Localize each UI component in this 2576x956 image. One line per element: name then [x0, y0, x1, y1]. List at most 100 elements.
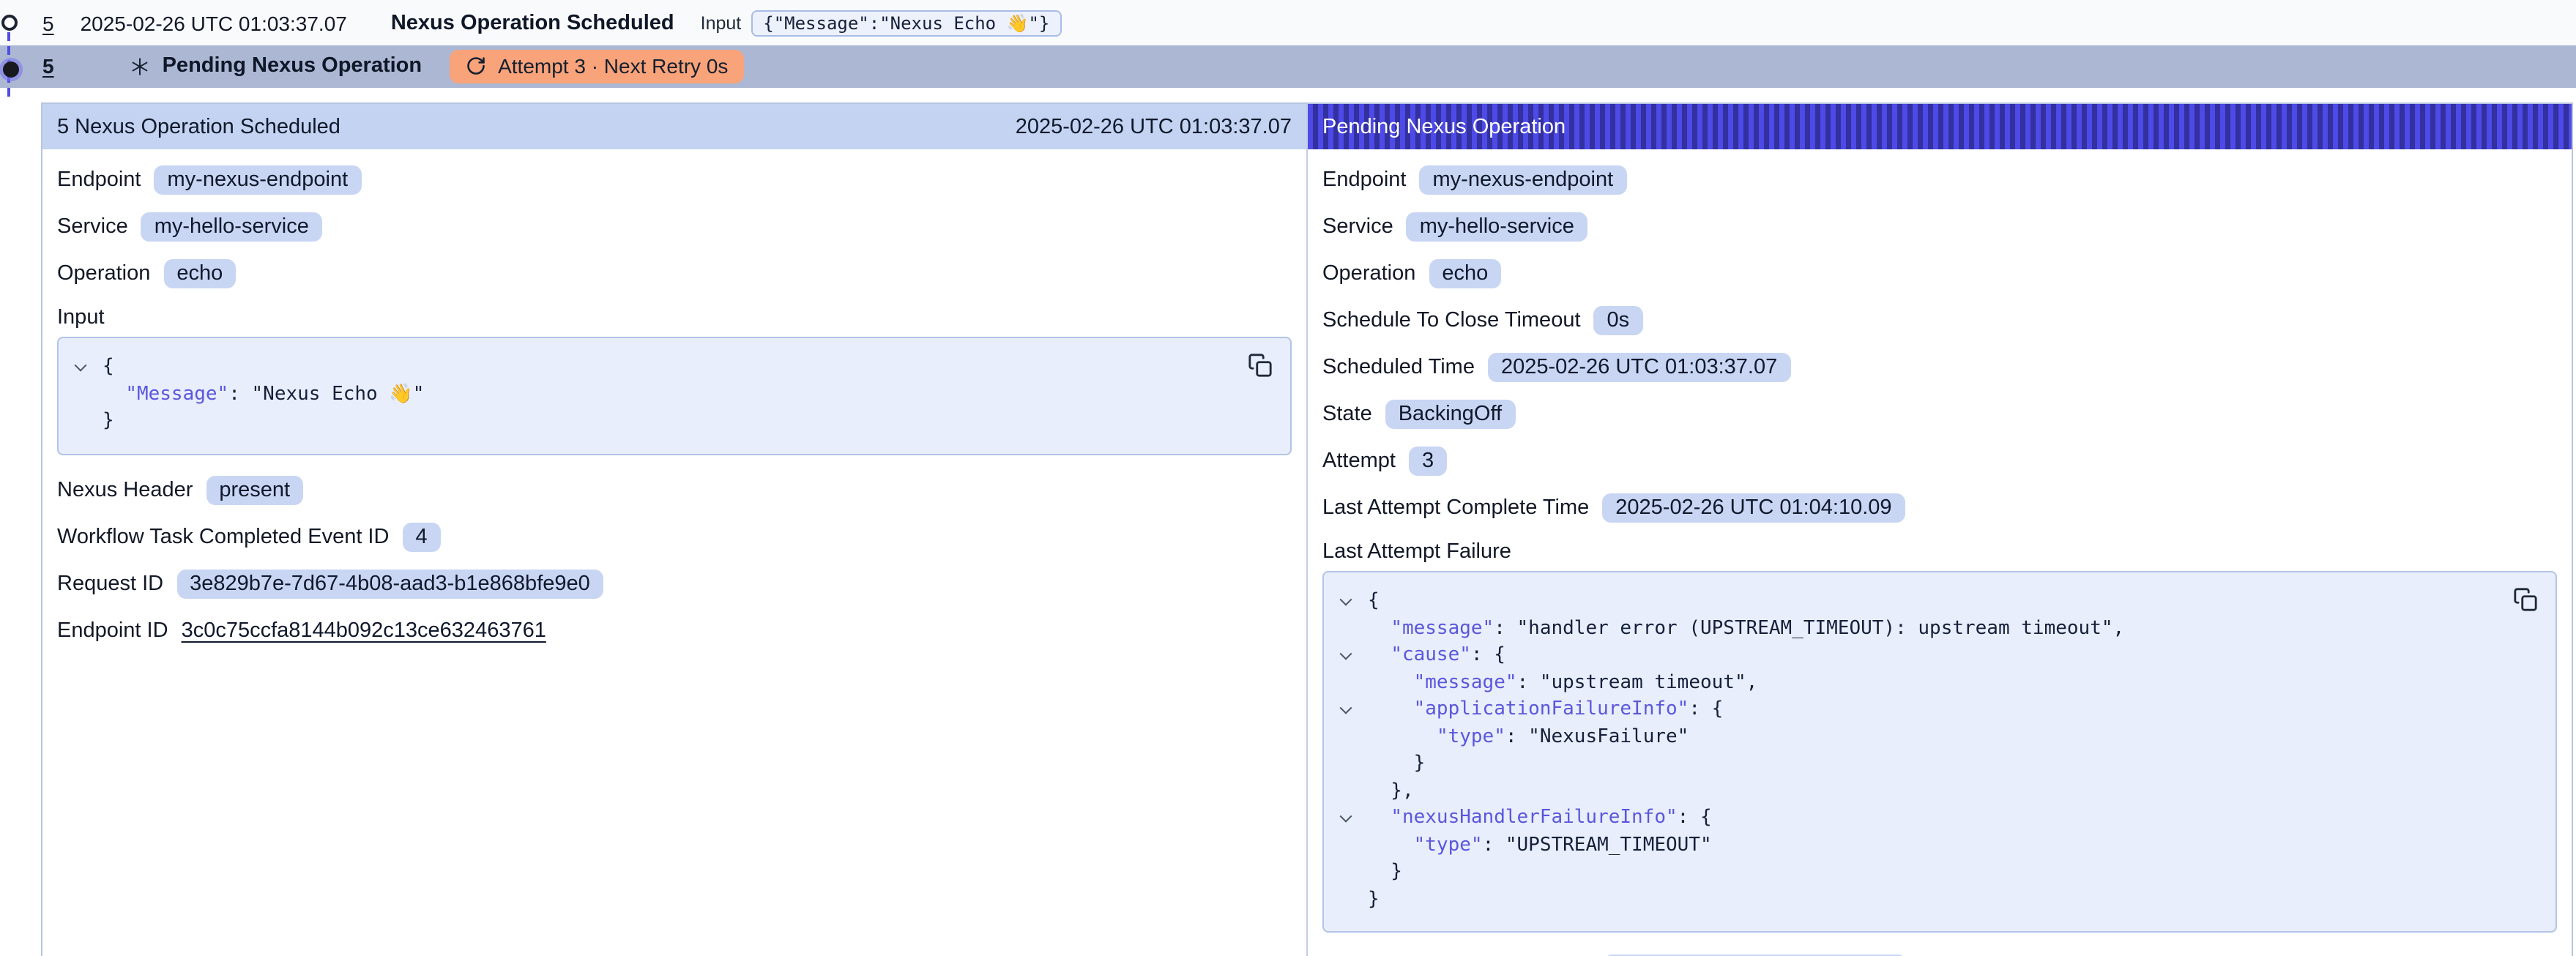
- code-text: "message": "upstream timeout",: [1368, 670, 1757, 697]
- field-value-badge: 3: [1409, 446, 1447, 475]
- retry-badge-label: Attempt 3 · Next Retry 0s: [498, 55, 728, 78]
- code-line: }: [1324, 751, 2491, 778]
- code-line: "message": "upstream timeout",: [1324, 670, 2491, 697]
- field-label: Last Attempt Complete Time: [1322, 496, 1589, 519]
- right-panel-title: Pending Nexus Operation: [1322, 115, 1566, 138]
- code-gutter: [1324, 886, 1368, 914]
- field-value-badge: my-nexus-endpoint: [1420, 165, 1627, 194]
- field-value-badge: 3e829b7e-7d67-4b08-aad3-b1e868bfe9e0: [176, 570, 603, 599]
- right-panel-header: Pending Nexus Operation: [1308, 104, 2572, 149]
- code-gutter: [1324, 616, 1368, 643]
- code-gutter: [59, 408, 103, 436]
- field-operation: Operation echo: [57, 256, 1292, 290]
- copy-icon: [1247, 352, 1272, 377]
- field-label: Operation: [57, 261, 150, 285]
- field-label: Endpoint: [1322, 168, 1407, 191]
- code-gutter: [1324, 778, 1368, 805]
- pending-id-link[interactable]: 5: [42, 55, 54, 78]
- collapse-chevron-icon[interactable]: [1340, 594, 1352, 606]
- code-text: {: [103, 354, 114, 381]
- field-value-badge: 4: [402, 523, 440, 552]
- code-line: "cause": {: [1324, 643, 2491, 670]
- code-line: "nexusHandlerFailureInfo": {: [1324, 805, 2491, 832]
- endpoint-id-link[interactable]: 3c0c75ccfa8144b092c13ce632463761: [182, 619, 546, 643]
- event-summary-payload-badge: {"Message":"Nexus Echo 👋"}: [751, 10, 1061, 36]
- code-line: {: [1324, 589, 2491, 616]
- event-row-pending-nexus-operation[interactable]: 5 Pending Nexus Operation Attempt 3 · Ne…: [0, 45, 2576, 87]
- code-text: "applicationFailureInfo": {: [1368, 697, 1723, 724]
- event-row-nexus-operation-scheduled[interactable]: 5 2025-02-26 UTC 01:03:37.07 Nexus Opera…: [0, 0, 2576, 45]
- field-label: Endpoint ID: [57, 619, 168, 643]
- field-value-badge: 2025-02-26 UTC 01:03:37.07: [1488, 352, 1790, 381]
- field-schedule-to-close-timeout: Schedule To Close Timeout 0s: [1322, 303, 2557, 337]
- field-value-badge: echo: [1429, 258, 1501, 288]
- timeline-node-open-icon: [1, 15, 18, 31]
- code-line: "message": "handler error (UPSTREAM_TIME…: [1324, 616, 2491, 643]
- left-panel-timestamp: 2025-02-26 UTC 01:03:37.07: [1016, 115, 1292, 138]
- collapse-chevron-icon[interactable]: [1340, 810, 1352, 823]
- code-line: }: [59, 408, 1226, 436]
- event-detail-container: 5 Nexus Operation Scheduled 2025-02-26 U…: [41, 102, 2573, 956]
- field-operation: Operation echo: [1322, 256, 2557, 290]
- code-text: {: [1368, 589, 1380, 616]
- collapse-chevron-icon[interactable]: [1340, 702, 1352, 714]
- field-label: State: [1322, 402, 1372, 425]
- field-label: Service: [1322, 214, 1393, 238]
- failure-json-viewer: { "message": "handler error (UPSTREAM_TI…: [1322, 571, 2557, 933]
- field-label: Service: [57, 214, 128, 238]
- retry-icon: [466, 56, 486, 77]
- workflow-event-history-view: 5 2025-02-26 UTC 01:03:37.07 Nexus Opera…: [0, 0, 2576, 956]
- field-attempt: Attempt 3: [1322, 444, 2557, 477]
- field-label: Workflow Task Completed Event ID: [57, 526, 389, 549]
- field-value-badge: my-hello-service: [141, 212, 322, 241]
- field-value-badge: echo: [163, 258, 236, 288]
- field-state: State BackingOff: [1322, 397, 2557, 430]
- field-label: Nexus Header: [57, 479, 193, 502]
- code-line: {: [59, 354, 1226, 381]
- copy-button[interactable]: [2512, 586, 2538, 612]
- copy-button[interactable]: [1246, 351, 1273, 378]
- field-wft-completed-event-id: Workflow Task Completed Event ID 4: [57, 520, 1292, 554]
- input-json-viewer: { "Message": "Nexus Echo 👋"}: [57, 337, 1292, 455]
- field-endpoint: Endpoint my-nexus-endpoint: [1322, 163, 2557, 196]
- code-gutter: [1324, 724, 1368, 751]
- code-text: "type": "NexusFailure": [1368, 724, 1689, 751]
- event-id-link[interactable]: 5: [42, 11, 54, 34]
- field-value-badge: 0s: [1594, 305, 1643, 335]
- field-last-attempt-complete-time: Last Attempt Complete Time 2025-02-26 UT…: [1322, 490, 2557, 524]
- code-gutter: [1324, 589, 1368, 616]
- code-line: "type": "UPSTREAM_TIMEOUT": [1324, 832, 2491, 859]
- field-next-attempt-schedule-time: Next Attempt Schedule Time 2025-02-26 UT…: [1322, 952, 2557, 956]
- code-line: },: [1324, 778, 2491, 805]
- left-panel-title: 5 Nexus Operation Scheduled: [57, 115, 340, 138]
- field-label: Attempt: [1322, 449, 1396, 472]
- field-request-id: Request ID 3e829b7e-7d67-4b08-aad3-b1e86…: [57, 567, 1292, 601]
- field-service: Service my-hello-service: [1322, 209, 2557, 243]
- code-gutter: [1324, 859, 1368, 886]
- code-gutter: [1324, 832, 1368, 859]
- field-value-badge: my-nexus-endpoint: [155, 165, 362, 194]
- code-gutter: [1324, 751, 1368, 778]
- field-value-badge: my-hello-service: [1407, 212, 1587, 241]
- code-text: }: [1368, 751, 1425, 778]
- panel-pending-nexus-operation: Pending Nexus Operation Endpoint my-nexu…: [1306, 104, 2572, 956]
- retry-attempt-badge: Attempt 3 · Next Retry 0s: [450, 50, 744, 83]
- code-text: }: [1368, 886, 1380, 914]
- code-text: "nexusHandlerFailureInfo": {: [1368, 805, 1712, 832]
- field-label: Schedule To Close Timeout: [1322, 308, 1581, 332]
- collapse-chevron-icon[interactable]: [1340, 648, 1352, 660]
- code-gutter: [1324, 697, 1368, 724]
- field-label: Operation: [1322, 261, 1415, 285]
- code-line: "Message": "Nexus Echo 👋": [59, 381, 1226, 408]
- code-gutter: [1324, 805, 1368, 832]
- code-gutter: [1324, 643, 1368, 670]
- code-gutter: [1324, 670, 1368, 697]
- code-text: "cause": {: [1368, 643, 1505, 670]
- failure-section-label: Last Attempt Failure: [1322, 540, 2557, 564]
- code-text: }: [1368, 859, 1402, 886]
- code-text: },: [1368, 778, 1414, 805]
- collapse-chevron-icon[interactable]: [75, 359, 87, 372]
- field-scheduled-time: Scheduled Time 2025-02-26 UTC 01:03:37.0…: [1322, 350, 2557, 384]
- field-label: Endpoint: [57, 168, 141, 191]
- code-text: "type": "UPSTREAM_TIMEOUT": [1368, 832, 1712, 859]
